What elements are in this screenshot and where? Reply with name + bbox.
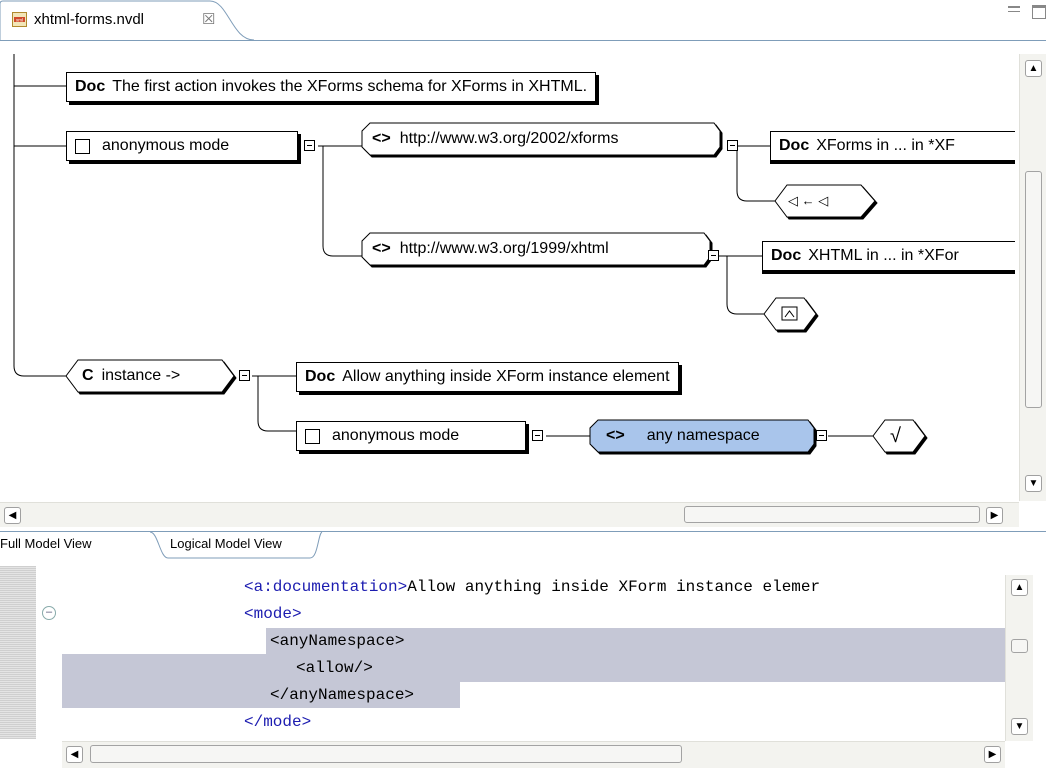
- attach-action-node[interactable]: ◁ ← ◁: [788, 186, 828, 216]
- any-namespace-node[interactable]: <> any namespace: [606, 421, 760, 451]
- code-line: <a:documentation>Allow anything inside X…: [244, 578, 821, 596]
- source-horizontal-scrollbar[interactable]: ◀ ▶: [62, 741, 1005, 768]
- doc-node-xhtml[interactable]: Doc XHTML in ... in *XFor: [762, 241, 1015, 271]
- namespace-uri: http://www.w3.org/2002/xforms: [399, 130, 619, 147]
- doc-keyword: Doc: [75, 78, 106, 95]
- collapse-icon[interactable]: [708, 250, 719, 261]
- code-line: <anyNamespace>: [270, 632, 405, 650]
- mode-label: anonymous mode: [102, 137, 230, 154]
- diagram-canvas[interactable]: Doc The first action invokes the XForms …: [0, 54, 1015, 502]
- namespace-node-xhtml[interactable]: <> http://www.w3.org/1999/xhtml: [372, 234, 609, 264]
- editor-tab-label: xhtml-forms.nvdl: [34, 11, 145, 28]
- minimize-icon[interactable]: [1008, 6, 1020, 12]
- tab-full-model-view[interactable]: Full Model View: [0, 536, 92, 551]
- scrollbar-thumb[interactable]: [684, 506, 980, 523]
- collapse-icon[interactable]: [532, 430, 543, 441]
- scroll-left-icon[interactable]: ◀: [4, 507, 21, 524]
- mode-checkbox-icon: [75, 138, 90, 154]
- svg-text:xml: xml: [16, 17, 23, 22]
- namespace-icon: <>: [372, 130, 391, 147]
- scroll-down-icon[interactable]: ▼: [1025, 475, 1042, 492]
- code-line: <mode>: [244, 605, 302, 623]
- scrollbar-thumb[interactable]: [1025, 171, 1042, 408]
- editor-gutter: [0, 566, 36, 739]
- view-tabs: Full Model View Logical Model View: [0, 531, 1046, 559]
- doc-keyword: Doc: [779, 137, 810, 154]
- fold-collapse-icon[interactable]: –: [42, 606, 56, 620]
- mode-checkbox-icon: [305, 428, 320, 444]
- selection-highlight: [62, 654, 1005, 682]
- namespace-uri: http://www.w3.org/1999/xhtml: [399, 240, 609, 257]
- doc-node-instance[interactable]: Doc Allow anything inside XForm instance…: [296, 362, 679, 392]
- maximize-icon[interactable]: [1032, 5, 1046, 19]
- doc-keyword: Doc: [305, 368, 336, 385]
- doc-text: XHTML in ... in *XFor: [808, 247, 959, 264]
- editor-tab[interactable]: xml xhtml-forms.nvdl ☒: [0, 0, 255, 41]
- diagram-vertical-scrollbar[interactable]: ▲ ▼: [1019, 54, 1046, 501]
- nvdl-file-icon: xml: [12, 12, 27, 27]
- mode-node-anonymous-2[interactable]: anonymous mode: [296, 421, 526, 451]
- namespace-node-xforms[interactable]: <> http://www.w3.org/2002/xforms: [372, 124, 618, 154]
- doc-node-xforms[interactable]: Doc XForms in ... in *XF: [770, 131, 1015, 161]
- context-icon: C: [82, 367, 94, 384]
- scroll-up-icon[interactable]: ▲: [1025, 60, 1042, 77]
- namespace-icon: <>: [372, 240, 391, 257]
- scroll-right-icon[interactable]: ▶: [984, 746, 1001, 763]
- attach-icon: ◁ ← ◁: [788, 193, 829, 208]
- namespace-icon: <>: [606, 427, 625, 444]
- collapse-icon[interactable]: [239, 370, 250, 381]
- allow-action-node[interactable]: √: [890, 421, 901, 451]
- scrollbar-thumb[interactable]: [90, 745, 682, 763]
- mode-node-anonymous[interactable]: anonymous mode: [66, 131, 298, 161]
- code-line: </mode>: [244, 713, 312, 731]
- doc-text: Allow anything inside XForm instance ele…: [342, 368, 670, 385]
- scroll-up-icon[interactable]: ▲: [1011, 579, 1028, 596]
- context-label: instance ->: [101, 367, 181, 384]
- context-node-instance[interactable]: C instance ->: [82, 361, 180, 391]
- mode-label: anonymous mode: [332, 427, 460, 444]
- editor-tab-bar: xml xhtml-forms.nvdl ☒: [0, 0, 1046, 41]
- scroll-left-icon[interactable]: ◀: [66, 746, 83, 763]
- close-tab-icon[interactable]: ☒: [202, 10, 215, 28]
- tab-logical-model-view[interactable]: Logical Model View: [170, 536, 282, 551]
- collapse-icon[interactable]: [727, 140, 738, 151]
- scroll-down-icon[interactable]: ▼: [1011, 718, 1028, 735]
- doc-text: XForms in ... in *XF: [816, 137, 955, 154]
- doc-keyword: Doc: [771, 247, 802, 264]
- code-line: </anyNamespace>: [270, 686, 415, 704]
- allow-check-icon: √: [890, 424, 901, 447]
- scrollbar-thumb[interactable]: [1011, 639, 1028, 653]
- source-vertical-scrollbar[interactable]: ▲ ▼: [1005, 575, 1033, 741]
- code-line: <allow/>: [296, 659, 373, 677]
- collapse-icon[interactable]: [816, 430, 827, 441]
- folding-column: –: [36, 566, 62, 739]
- doc-text: The first action invokes the XForms sche…: [112, 78, 588, 95]
- collapse-icon[interactable]: [304, 140, 315, 151]
- diagram-horizontal-scrollbar[interactable]: ◀ ▶: [0, 502, 1019, 527]
- doc-node-root[interactable]: Doc The first action invokes the XForms …: [66, 72, 597, 102]
- any-namespace-label: any namespace: [646, 427, 760, 444]
- scroll-right-icon[interactable]: ▶: [986, 507, 1003, 524]
